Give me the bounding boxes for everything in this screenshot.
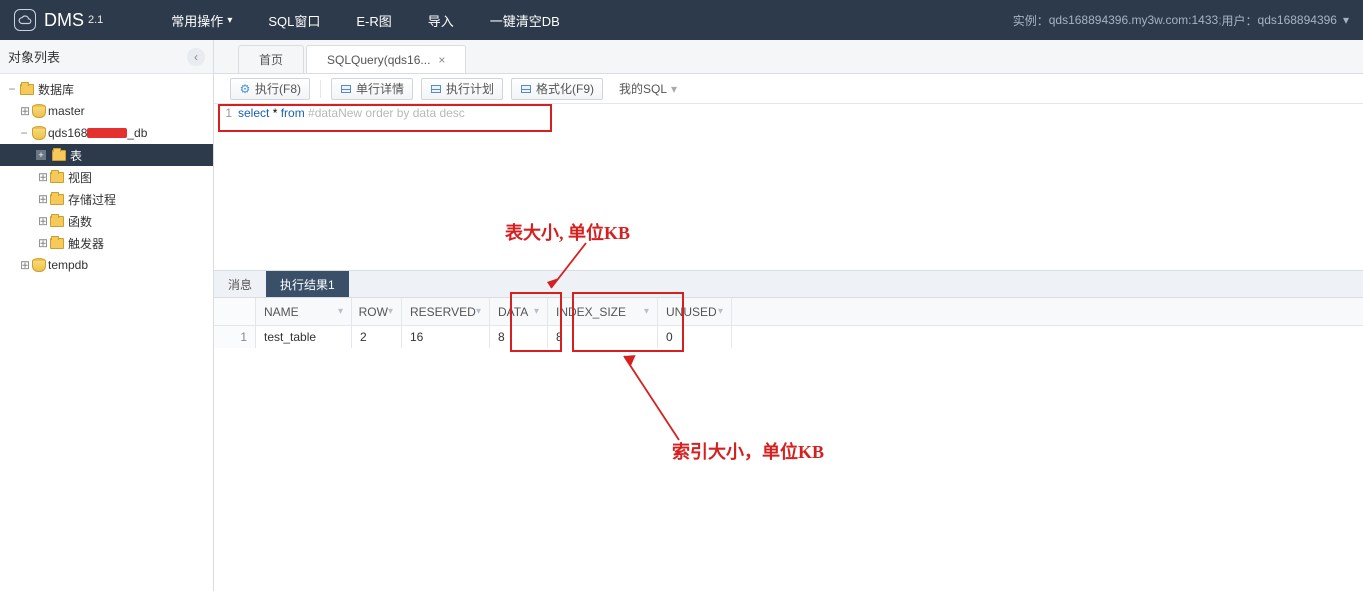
tree-node-triggers[interactable]: ⊞ 触发器: [0, 232, 213, 254]
cell-unused: 0: [658, 326, 732, 348]
tree-root-database[interactable]: − 数据库: [0, 78, 213, 100]
sort-icon: ▾: [476, 306, 481, 317]
sidebar-title: 对象列表 ‹: [0, 40, 213, 74]
col-row[interactable]: ROW▾: [352, 298, 402, 325]
tree-node-procs[interactable]: ⊞ 存储过程: [0, 188, 213, 210]
sort-icon: ▾: [388, 306, 393, 317]
tab-sqlquery[interactable]: SQLQuery(qds16... ×: [306, 45, 466, 73]
result-row[interactable]: 1 test_table 2 16 8 8 0: [214, 326, 1363, 348]
redacted-text: [87, 128, 127, 138]
col-reserved[interactable]: RESERVED▾: [402, 298, 490, 325]
folder-icon: [50, 172, 64, 183]
tree-node-views[interactable]: ⊞ 视图: [0, 166, 213, 188]
grid-icon: [430, 83, 442, 95]
tree-node-tables[interactable]: + 表: [0, 144, 213, 166]
menu-common-ops[interactable]: 常用操作▾: [153, 0, 250, 40]
close-icon[interactable]: ×: [438, 53, 445, 67]
result-grid: NAME▾ ROW▾ RESERVED▾ DATA▾ INDEX_SIZE▾ U…: [214, 298, 1363, 348]
result-header-row: NAME▾ ROW▾ RESERVED▾ DATA▾ INDEX_SIZE▾ U…: [214, 298, 1363, 326]
app-name: DMS: [44, 10, 84, 31]
menu-er-diagram[interactable]: E-R图: [338, 0, 409, 40]
app-header: DMS 2.1 常用操作▾ SQL窗口 E-R图 导入 一键清空DB 实例：qd…: [0, 0, 1363, 40]
expand-icon[interactable]: ⊞: [36, 193, 48, 205]
arrow-icon: [541, 238, 601, 298]
col-unused[interactable]: UNUSED▾: [658, 298, 732, 325]
expand-icon[interactable]: −: [6, 83, 18, 95]
cell-row: 2: [352, 326, 402, 348]
tree-db-tempdb[interactable]: ⊞ tempdb: [0, 254, 213, 276]
folder-icon: [50, 194, 64, 205]
expand-icon[interactable]: ⊞: [18, 259, 30, 271]
result-tabs: 消息 执行结果1: [214, 270, 1363, 298]
expand-icon[interactable]: ⊞: [36, 237, 48, 249]
collapse-sidebar-icon[interactable]: ‹: [187, 48, 205, 66]
sort-icon: ▾: [338, 306, 343, 317]
app-version: 2.1: [88, 14, 103, 26]
tab-result-1[interactable]: 执行结果1: [266, 271, 349, 297]
chevron-down-icon: ▾: [1343, 13, 1349, 27]
tab-home[interactable]: 首页: [238, 45, 304, 73]
cell-reserved: 16: [402, 326, 490, 348]
tree-db-qds[interactable]: − qds168_db: [0, 122, 213, 144]
expand-icon[interactable]: ⊞: [18, 105, 30, 117]
grid-icon: [340, 83, 352, 95]
sort-icon: ▾: [718, 306, 723, 317]
cell-index: 8: [548, 326, 658, 348]
sort-icon: ▾: [534, 306, 539, 317]
exec-plan-button[interactable]: 执行计划: [421, 78, 503, 100]
sql-editor[interactable]: 1 select * from #dataNew order by data d…: [214, 104, 1363, 120]
folder-icon: [50, 238, 64, 249]
folder-icon: [50, 216, 64, 227]
col-index: [214, 298, 256, 325]
folder-icon: [52, 150, 66, 161]
sql-toolbar: ⚙ 执行(F8) 单行详情 执行计划 格式化(F9) 我的SQL ▾: [214, 74, 1363, 104]
cell-data: 8: [490, 326, 548, 348]
editor-tabs: 首页 SQLQuery(qds16... ×: [214, 40, 1363, 74]
expand-icon[interactable]: ⊞: [36, 215, 48, 227]
menu-import[interactable]: 导入: [410, 0, 472, 40]
menu-clear-db[interactable]: 一键清空DB: [472, 0, 578, 40]
database-icon: [32, 104, 44, 118]
gear-icon: ⚙: [239, 83, 251, 95]
main-menu: 常用操作▾ SQL窗口 E-R图 导入 一键清空DB: [153, 0, 578, 40]
annotation-index-size: 索引大小，单位KB: [672, 438, 824, 464]
grid-icon: [520, 83, 532, 95]
database-icon: [32, 126, 44, 140]
tree-node-funcs[interactable]: ⊞ 函数: [0, 210, 213, 232]
col-index-size[interactable]: INDEX_SIZE▾: [548, 298, 658, 325]
col-name[interactable]: NAME▾: [256, 298, 352, 325]
run-button[interactable]: ⚙ 执行(F8): [230, 78, 310, 100]
menu-sql-window[interactable]: SQL窗口: [250, 0, 338, 40]
cloud-icon: [14, 9, 36, 31]
main-content: 首页 SQLQuery(qds16... × ⚙ 执行(F8) 单行详情 执行计…: [214, 40, 1363, 591]
folder-icon: [20, 84, 34, 95]
sidebar: 对象列表 ‹ − 数据库 ⊞ master − qds168_db +: [0, 40, 214, 591]
sql-editor-area: 1 select * from #dataNew order by data d…: [214, 104, 1363, 270]
single-row-button[interactable]: 单行详情: [331, 78, 413, 100]
cell-index: 1: [214, 326, 256, 348]
line-gutter: 1: [220, 106, 238, 120]
object-tree: − 数据库 ⊞ master − qds168_db + 表 ⊞: [0, 74, 213, 280]
arrow-icon: [614, 350, 694, 450]
logo: DMS 2.1: [0, 9, 117, 31]
collapse-icon[interactable]: −: [18, 127, 30, 139]
expand-icon[interactable]: ⊞: [36, 171, 48, 183]
database-icon: [32, 258, 44, 272]
chevron-down-icon: ▾: [671, 82, 677, 96]
tab-messages[interactable]: 消息: [214, 271, 266, 297]
connection-info[interactable]: 实例：qds168894396.my3w.com:1433 ; 用户：qds16…: [1013, 12, 1363, 29]
tree-db-master[interactable]: ⊞ master: [0, 100, 213, 122]
cell-name: test_table: [256, 326, 352, 348]
format-button[interactable]: 格式化(F9): [511, 78, 603, 100]
plus-icon: +: [36, 150, 46, 160]
col-data[interactable]: DATA▾: [490, 298, 548, 325]
my-sql-dropdown[interactable]: 我的SQL ▾: [611, 78, 685, 100]
sort-icon: ▾: [644, 306, 649, 317]
chevron-down-icon: ▾: [227, 15, 232, 26]
